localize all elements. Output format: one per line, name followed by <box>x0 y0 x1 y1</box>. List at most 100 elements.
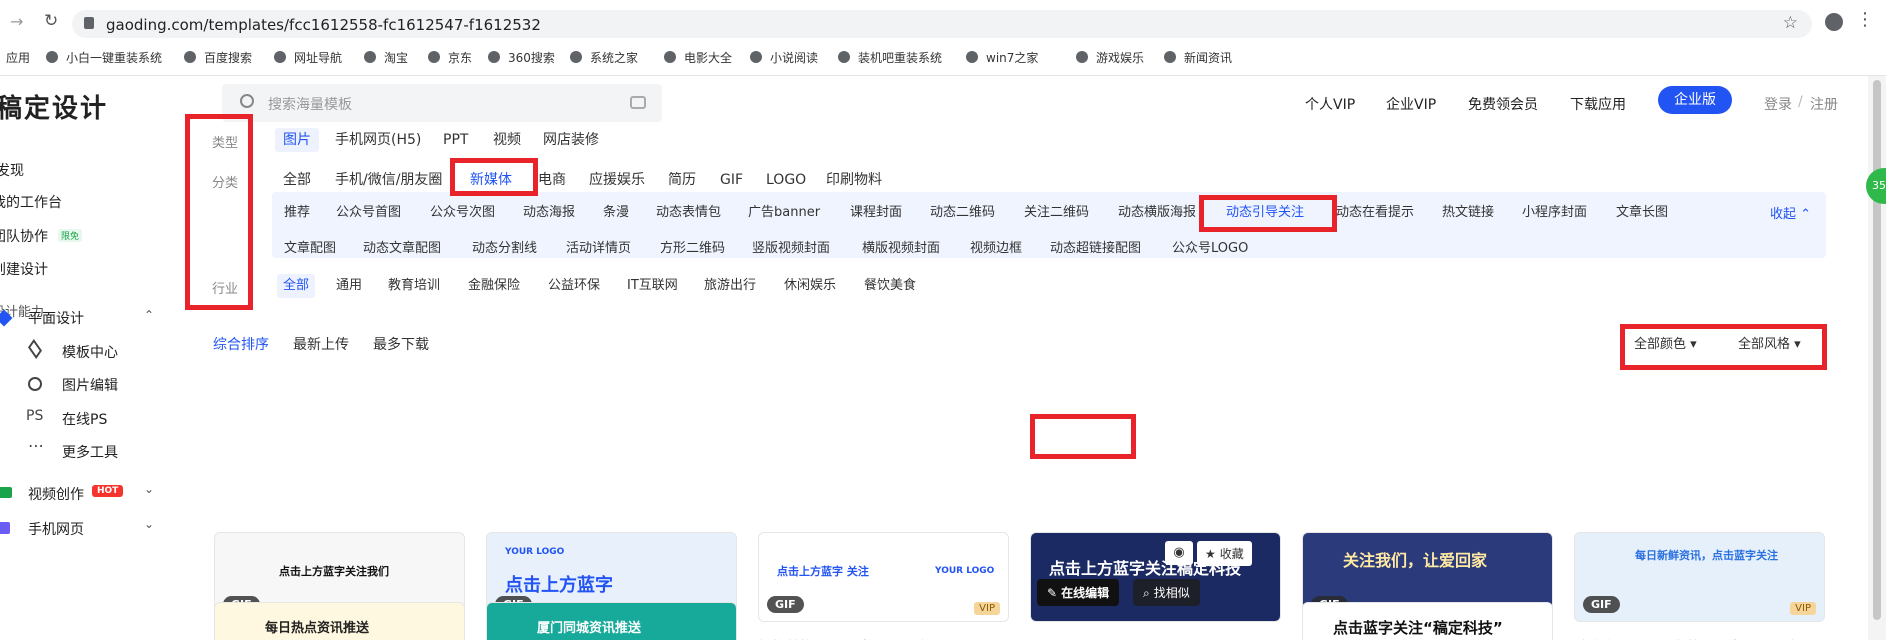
bookmark-item[interactable]: win7之家 <box>966 48 1038 66</box>
type-4[interactable]: 网店装修 <box>543 128 599 152</box>
bookmark-item[interactable]: 游戏娱乐 <box>1076 48 1144 66</box>
color-dropdown[interactable]: 全部颜色 ▾ <box>1634 335 1697 355</box>
sidebar-group-h5[interactable]: 手机网页 <box>28 519 84 539</box>
industry-2[interactable]: 教育培训 <box>388 274 440 298</box>
subcategory-14[interactable]: 小程序封面 <box>1522 203 1587 223</box>
subcategory-10[interactable]: 动态横版海报 <box>1118 203 1196 223</box>
subcategory-6[interactable]: 广告banner <box>748 203 820 223</box>
subcategory-row2-7[interactable]: 视频边框 <box>970 239 1022 259</box>
industry-6[interactable]: 旅游出行 <box>704 274 756 298</box>
site-logo[interactable]: 稿定设计 <box>0 88 108 125</box>
menu-icon[interactable]: ⋮ <box>1856 9 1874 30</box>
star-icon[interactable]: ☆ <box>1783 13 1798 33</box>
profile-icon[interactable] <box>1825 13 1843 31</box>
sidebar-item-workspace[interactable]: 我的工作台 <box>0 192 62 212</box>
industry-7[interactable]: 休闲娱乐 <box>784 274 836 298</box>
bookmark-item[interactable]: 网址导航 <box>274 48 342 66</box>
collapse-button[interactable]: 收起 ⌃ <box>1770 203 1811 222</box>
sidebar-group-video[interactable]: 视频创作 <box>28 484 84 504</box>
subcategory-row2-3[interactable]: 活动详情页 <box>566 239 631 259</box>
subcategory-row2-8[interactable]: 动态超链接配图 <box>1050 239 1141 259</box>
sidebar-group-graphic[interactable]: 平面设计 <box>28 308 84 328</box>
type-0[interactable]: 图片 <box>275 128 319 152</box>
chevron-up-icon[interactable]: ⌃ <box>144 308 154 322</box>
subcategory-row2-4[interactable]: 方形二维码 <box>660 239 725 259</box>
find-similar-button[interactable]: ⌕ 找相似 <box>1133 579 1200 606</box>
sidebar-item-templates[interactable]: 模板中心 <box>62 342 118 362</box>
bookmark-item[interactable]: 百度搜索 <box>184 48 252 66</box>
subcategory-2[interactable]: 公众号次图 <box>430 203 495 223</box>
subcategory-5[interactable]: 动态表情包 <box>656 203 721 223</box>
subcategory-4[interactable]: 条漫 <box>603 203 629 223</box>
category-6[interactable]: GIF <box>720 168 743 192</box>
sidebar-item-more-tools[interactable]: 更多工具 <box>62 442 118 462</box>
template-card[interactable]: 厦门同城资讯推送 <box>486 602 737 640</box>
type-2[interactable]: PPT <box>443 128 468 152</box>
subcategory-11[interactable]: 动态引导关注 <box>1226 203 1304 227</box>
edit-online-button[interactable]: ✎ 在线编辑 <box>1037 579 1120 606</box>
type-1[interactable]: 手机网页(H5) <box>335 128 421 152</box>
search-input[interactable]: 搜索海量模板 <box>268 94 352 114</box>
favorite-button[interactable]: ★ 收藏 <box>1197 541 1252 566</box>
bookmark-item[interactable]: 系统之家 <box>570 48 638 66</box>
industry-0[interactable]: 全部 <box>277 274 316 298</box>
bookmark-item[interactable]: 装机吧重装系统 <box>838 48 942 66</box>
address-bar[interactable]: gaoding.com/templates/fcc1612558-fc16125… <box>72 10 1812 38</box>
category-2[interactable]: 新媒体 <box>470 168 512 192</box>
industry-8[interactable]: 餐饮美食 <box>864 274 916 298</box>
template-card[interactable]: 点击上方蓝字 关注 YOUR LOGO GIF VIP <box>758 532 1009 622</box>
subcategory-0[interactable]: 推荐 <box>284 203 310 223</box>
subcategory-row2-6[interactable]: 横版视频封面 <box>862 239 940 259</box>
style-dropdown[interactable]: 全部风格 ▾ <box>1738 335 1801 355</box>
subcategory-15[interactable]: 文章长图 <box>1616 203 1668 223</box>
bookmark-item[interactable]: 新闻资讯 <box>1164 48 1232 66</box>
preview-icon[interactable]: ◉ <box>1165 541 1193 565</box>
sidebar-item-online-ps[interactable]: 在线PS <box>62 409 107 429</box>
subcategory-3[interactable]: 动态海报 <box>523 203 575 223</box>
subcategory-row2-2[interactable]: 动态分割线 <box>472 239 537 259</box>
industry-5[interactable]: IT互联网 <box>627 274 678 298</box>
sort-newest[interactable]: 最新上传 <box>293 335 349 355</box>
template-card[interactable]: 每日热点资讯推送 <box>214 602 465 640</box>
category-7[interactable]: LOGO <box>766 168 806 192</box>
industry-1[interactable]: 通用 <box>336 274 362 298</box>
download-app-link[interactable]: 下载应用 <box>1570 94 1626 114</box>
category-0[interactable]: 全部 <box>283 168 311 192</box>
bookmark-item[interactable]: 京东 <box>428 48 472 66</box>
bookmark-item[interactable]: 电影大全 <box>664 48 732 66</box>
subcategory-9[interactable]: 关注二维码 <box>1024 203 1089 223</box>
subcategory-12[interactable]: 动态在看提示 <box>1336 203 1414 223</box>
register-link[interactable]: 注册 <box>1810 94 1838 114</box>
industry-3[interactable]: 金融保险 <box>468 274 520 298</box>
bookmark-item[interactable]: 360搜索 <box>488 48 555 66</box>
chevron-down-icon[interactable]: ⌄ <box>144 482 154 496</box>
template-card[interactable]: 点击蓝字关注“稿定科技” <box>1302 602 1553 640</box>
login-link[interactable]: 登录 <box>1764 94 1792 114</box>
category-5[interactable]: 简历 <box>668 168 696 192</box>
camera-icon[interactable] <box>630 96 646 109</box>
bookmark-item[interactable]: 淘宝 <box>364 48 408 66</box>
search-box[interactable]: 搜索海量模板 <box>222 84 662 122</box>
category-8[interactable]: 印刷物料 <box>826 168 882 192</box>
industry-4[interactable]: 公益环保 <box>548 274 600 298</box>
subcategory-8[interactable]: 动态二维码 <box>930 203 995 223</box>
sidebar-item-create[interactable]: 创建设计 <box>0 259 48 279</box>
chevron-down-icon[interactable]: ⌄ <box>144 517 154 531</box>
subcategory-13[interactable]: 热文链接 <box>1442 203 1494 223</box>
category-4[interactable]: 应援娱乐 <box>589 168 645 192</box>
subcategory-7[interactable]: 课程封面 <box>850 203 902 223</box>
bookmark-item[interactable]: 应用 <box>6 48 30 66</box>
bookmark-item[interactable]: 小白一键重装系统 <box>46 48 162 66</box>
subcategory-row2-1[interactable]: 动态文章配图 <box>363 239 441 259</box>
enterprise-vip-link[interactable]: 企业VIP <box>1386 94 1436 114</box>
enterprise-button[interactable]: 企业版 <box>1658 86 1732 114</box>
category-1[interactable]: 手机/微信/朋友圈 <box>335 168 442 192</box>
type-3[interactable]: 视频 <box>493 128 521 152</box>
forward-icon[interactable]: → <box>10 12 23 31</box>
category-3[interactable]: 电商 <box>538 168 566 192</box>
sidebar-item-discover[interactable]: 发现 <box>0 160 24 180</box>
subcategory-row2-9[interactable]: 公众号LOGO <box>1172 239 1248 259</box>
sidebar-item-image-edit[interactable]: 图片编辑 <box>62 375 118 395</box>
subcategory-row2-0[interactable]: 文章配图 <box>284 239 336 259</box>
subcategory-row2-5[interactable]: 竖版视频封面 <box>752 239 830 259</box>
